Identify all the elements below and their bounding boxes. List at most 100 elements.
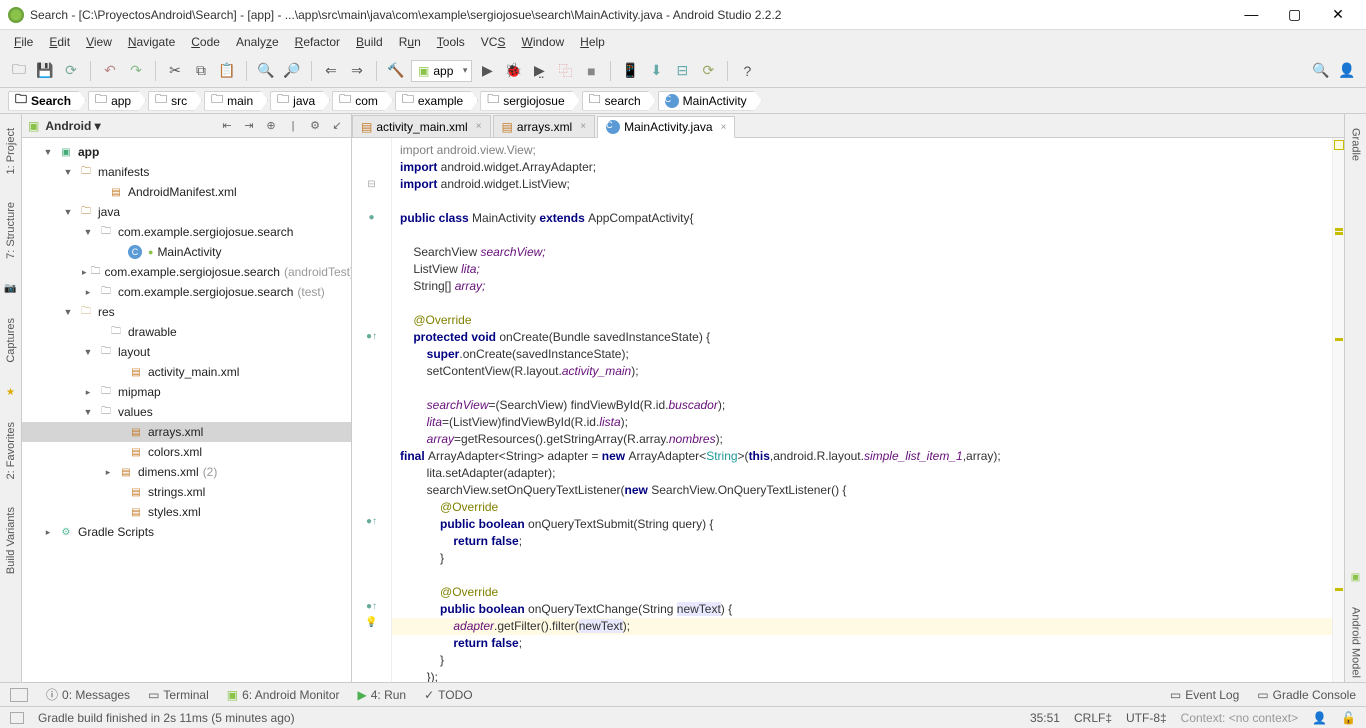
tree-drawable[interactable]: 🗀drawable	[22, 322, 351, 342]
tree-mipmap[interactable]: ▸🗀mipmap	[22, 382, 351, 402]
tree-main-activity[interactable]: C●MainActivity	[22, 242, 351, 262]
make-icon[interactable]: 🔨	[385, 60, 407, 82]
maximize-button[interactable]: ▢	[1275, 6, 1315, 23]
run-config-selector[interactable]: ▣ app	[411, 60, 472, 82]
tab-gradle[interactable]: Gradle	[1348, 124, 1364, 165]
tree-layout[interactable]: ▼🗀layout	[22, 342, 351, 362]
struct-icon[interactable]: ⊟	[671, 60, 693, 82]
crumb-mainactivity[interactable]: C MainActivity	[658, 91, 762, 111]
search-everywhere-icon[interactable]: 🔍	[1310, 60, 1332, 82]
sync-icon[interactable]: ⟳	[60, 60, 82, 82]
tree-activity-main-xml[interactable]: ▤activity_main.xml	[22, 362, 351, 382]
status-encoding[interactable]: UTF-8‡	[1126, 711, 1167, 725]
crumb-search[interactable]: 🗀 search	[582, 91, 656, 111]
crumb-sergio[interactable]: 🗀 sergiojosue	[480, 91, 579, 111]
project-view-selector[interactable]: Android ▾	[45, 119, 100, 133]
tab-android-model[interactable]: Android Model	[1348, 603, 1364, 682]
menu-view[interactable]: View	[78, 33, 120, 51]
debug-icon[interactable]: 🐞	[502, 60, 524, 82]
tab-android-monitor[interactable]: ▣ 6: Android Monitor	[227, 688, 340, 702]
tab-arrays[interactable]: ▤arrays.xml×	[493, 115, 596, 137]
tab-gradle-console[interactable]: ▭ Gradle Console	[1257, 688, 1356, 702]
crumb-java[interactable]: 🗀 java	[270, 91, 330, 111]
tree-strings-xml[interactable]: ▤strings.xml	[22, 482, 351, 502]
cut-icon[interactable]: ✂	[164, 60, 186, 82]
tree-gradle-scripts[interactable]: ▸⚙Gradle Scripts	[22, 522, 351, 542]
user-icon[interactable]: 👤	[1336, 60, 1358, 82]
menu-tools[interactable]: Tools	[429, 33, 473, 51]
menu-window[interactable]: Window	[513, 33, 572, 51]
back-icon[interactable]: ⇐	[320, 60, 342, 82]
menu-refactor[interactable]: Refactor	[287, 33, 348, 51]
tab-activity-main[interactable]: ▤activity_main.xml×	[352, 115, 491, 137]
tab-project[interactable]: 1: Project	[3, 124, 19, 178]
crumb-app[interactable]: 🗀 app	[88, 91, 146, 111]
tree-values[interactable]: ▼🗀values	[22, 402, 351, 422]
tree-arrays-xml[interactable]: ▤arrays.xml	[22, 422, 351, 442]
marker-bar[interactable]	[1332, 138, 1344, 682]
sdk-icon[interactable]: ⬇	[645, 60, 667, 82]
tool-window-icon[interactable]	[10, 688, 28, 702]
undo-icon[interactable]: ↶	[99, 60, 121, 82]
menu-vcs[interactable]: VCS	[473, 33, 514, 51]
status-icon[interactable]	[10, 712, 24, 724]
menu-file[interactable]: File	[6, 33, 41, 51]
status-line-ending[interactable]: CRLF‡	[1074, 711, 1112, 725]
close-tab-icon[interactable]: ×	[580, 121, 586, 132]
tab-todo[interactable]: ✓ TODO	[424, 688, 473, 702]
tree-java[interactable]: ▼🗀java	[22, 202, 351, 222]
crumb-example[interactable]: 🗀 example	[395, 91, 478, 111]
hide-icon[interactable]: ↙	[329, 118, 345, 134]
copy-icon[interactable]: ⧉	[190, 60, 212, 82]
close-button[interactable]: ✕	[1318, 6, 1358, 23]
close-tab-icon[interactable]: ×	[476, 121, 482, 132]
code-editor[interactable]: import android.view.View; import android…	[392, 138, 1332, 682]
save-icon[interactable]: 💾	[34, 60, 56, 82]
menu-code[interactable]: Code	[183, 33, 228, 51]
replace-icon[interactable]: 🔎	[281, 60, 303, 82]
tab-captures[interactable]: Captures	[3, 314, 19, 367]
avd-icon[interactable]: 📱	[619, 60, 641, 82]
tab-event-log[interactable]: ▭ Event Log	[1170, 688, 1239, 702]
tab-terminal[interactable]: ▭ Terminal	[148, 688, 209, 702]
tree-res[interactable]: ▼🗀res	[22, 302, 351, 322]
menu-help[interactable]: Help	[572, 33, 613, 51]
analysis-status-icon[interactable]	[1334, 140, 1344, 150]
gear-icon[interactable]: ⚙	[307, 118, 323, 134]
expand-icon[interactable]: ⇥	[241, 118, 257, 134]
find-icon[interactable]: 🔍	[255, 60, 277, 82]
minimize-button[interactable]: —	[1231, 6, 1271, 22]
menu-navigate[interactable]: Navigate	[120, 33, 183, 51]
attach-icon[interactable]: ⿻	[554, 60, 576, 82]
tree-pkg-main[interactable]: ▼🗀com.example.sergiojosue.search	[22, 222, 351, 242]
tree-android-manifest[interactable]: ▤AndroidManifest.xml	[22, 182, 351, 202]
run-icon[interactable]: ▶	[476, 60, 498, 82]
stop-icon[interactable]: ■	[580, 60, 602, 82]
project-tree[interactable]: ▼▣app ▼🗀manifests ▤AndroidManifest.xml ▼…	[22, 138, 351, 682]
tree-app[interactable]: ▼▣app	[22, 142, 351, 162]
redo-icon[interactable]: ↷	[125, 60, 147, 82]
crumb-com[interactable]: 🗀 com	[332, 91, 393, 111]
crumb-src[interactable]: 🗀 src	[148, 91, 202, 111]
tree-pkg-androidtest[interactable]: ▸🗀com.example.sergiojosue.search(android…	[22, 262, 351, 282]
tab-main-activity[interactable]: CMainActivity.java×	[597, 116, 735, 138]
menu-run[interactable]: Run	[391, 33, 429, 51]
collapse-icon[interactable]: ⇤	[219, 118, 235, 134]
tab-build-variants[interactable]: Build Variants	[3, 503, 19, 578]
help-icon[interactable]: ?	[736, 60, 758, 82]
tab-run[interactable]: ▶ 4: Run	[358, 688, 407, 702]
close-tab-icon[interactable]: ×	[721, 122, 727, 133]
gradle-sync-icon[interactable]: ⟳	[697, 60, 719, 82]
lock-icon[interactable]: 🔓	[1341, 711, 1356, 725]
tab-favorites[interactable]: 2: Favorites	[3, 418, 19, 483]
menu-edit[interactable]: Edit	[41, 33, 78, 51]
tree-manifests[interactable]: ▼🗀manifests	[22, 162, 351, 182]
tree-colors-xml[interactable]: ▤colors.xml	[22, 442, 351, 462]
inspector-icon[interactable]: 👤	[1312, 711, 1327, 725]
status-position[interactable]: 35:51	[1030, 711, 1060, 725]
menu-analyze[interactable]: Analyze	[228, 33, 287, 51]
menu-build[interactable]: Build	[348, 33, 391, 51]
tree-pkg-test[interactable]: ▸🗀com.example.sergiojosue.search(test)	[22, 282, 351, 302]
coverage-icon[interactable]: ▶̤	[528, 60, 550, 82]
crumb-main[interactable]: 🗀 main	[204, 91, 268, 111]
